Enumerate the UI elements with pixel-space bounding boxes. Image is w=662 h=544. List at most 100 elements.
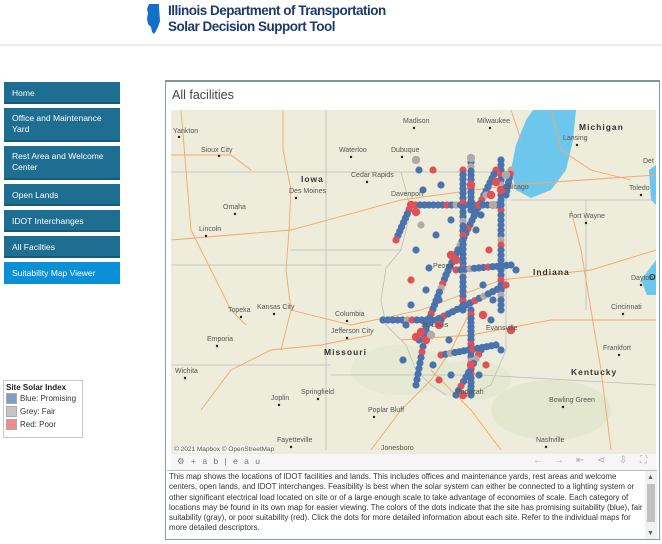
city-label: Bowling Green [549,397,595,404]
scroll-thumb[interactable] [647,484,655,522]
facility-dot-promising[interactable] [512,266,520,274]
city-label: Emporia [207,336,233,343]
facility-dot-promising[interactable] [497,306,505,314]
city-label: Evansville [486,325,518,332]
nav-all-facilities[interactable]: All Facilties [4,236,120,258]
facility-dot-promising[interactable] [422,286,430,294]
facility-dot-promising[interactable] [472,226,480,234]
scroll-down-icon[interactable]: ▼ [647,529,654,539]
share-icon[interactable]: ⋖ [597,455,605,466]
facility-dot-promising[interactable] [447,371,455,379]
facilities-map[interactable]: Yankton Sioux City Waterloo Dubuque Madison M… [171,110,656,454]
city-marker [183,376,187,380]
facility-dot-fair[interactable] [466,153,476,163]
illinois-state-shape-icon [147,4,160,34]
facility-dot-promising[interactable] [477,211,485,219]
facility-dot-poor[interactable] [407,276,415,284]
city-label: St. Louis [421,322,449,329]
facility-dot-poor[interactable] [486,190,496,200]
state-label: Missouri [324,347,367,357]
city-marker [372,415,376,419]
tableau-toolbar: ⚙ + a b | e a u ← → ⇤ ⋖ ⇩ ⛶ [171,454,656,470]
facility-dot-poor[interactable] [466,180,476,190]
city-marker [316,397,320,401]
city-label: Springfield [301,389,334,396]
scroll-up-icon[interactable]: ▲ [647,473,654,483]
facility-dot-promising[interactable] [489,296,497,304]
facility-dot-poor[interactable] [406,200,416,210]
facility-dot-poor[interactable] [491,177,501,187]
facility-dot-fair[interactable] [417,221,425,229]
fullscreen-icon[interactable]: ⛶ [640,455,647,466]
facility-dot-fair[interactable] [426,330,436,340]
city-marker [639,283,643,287]
facility-dot-promising[interactable] [497,201,505,209]
facility-dot-poor[interactable] [435,376,443,384]
facility-dot-promising[interactable] [407,301,415,309]
facility-dot-poor[interactable] [392,236,400,244]
city-label: Jonesboro [381,445,414,452]
facility-dot-promising[interactable] [467,206,475,214]
redo-button[interactable]: → [554,455,564,466]
facility-dot-poor[interactable] [482,361,490,369]
facility-dot-promising[interactable] [412,246,420,254]
revert-button[interactable]: ⇤ [576,455,584,466]
nav-suitability-map-viewer[interactable]: Suitability Map Viewer [4,262,120,284]
map-canvas[interactable]: Yankton Sioux City Waterloo Dubuque Madison M… [171,110,656,454]
city-label: Cincinnati [611,304,642,311]
city-label: Wichita [175,368,198,375]
city-label: Topeka [228,307,251,314]
city-marker [294,196,298,200]
facility-dot-poor[interactable] [502,281,510,289]
facility-dot-promising[interactable] [497,346,505,354]
city-marker [272,312,276,316]
facility-dot-promising[interactable] [399,356,407,364]
facility-dot-fair[interactable] [411,155,421,165]
facility-dot-promising[interactable] [435,296,443,304]
facility-dot-poor[interactable] [478,310,488,320]
facility-dot-promising[interactable] [479,281,487,289]
city-label: Omaha [223,204,246,211]
facility-dot-promising[interactable] [425,264,433,272]
city-marker [561,405,565,409]
tableau-logo[interactable]: ⚙ + a b | e a u [177,456,262,467]
facility-dot-promising[interactable] [437,181,445,189]
facility-dot-poor[interactable] [485,246,493,254]
facility-dot-promising[interactable] [487,316,495,324]
city-label: Toledo [629,185,650,192]
facility-dot-promising[interactable] [429,361,437,369]
facility-dot-fair[interactable] [501,170,511,180]
panel-title: All facilities [172,88,234,102]
nav-rest-area-welcome-center[interactable]: Rest Area and Welcome Center [4,146,120,180]
city-label: Peoria [433,263,453,270]
facility-dot-promising[interactable] [415,166,423,174]
city-label: Madison [403,118,430,125]
nav-office-maintenance-yard[interactable]: Office and Maintenance Yard [4,108,120,142]
nav-idot-interchanges[interactable]: IDOT Interchanges [4,210,120,232]
facility-dot-poor[interactable] [429,166,437,174]
description-scrollbar[interactable]: ▲ ▼ [645,471,657,539]
facility-dot-promising[interactable] [475,371,483,379]
facility-dot-promising[interactable] [432,231,440,239]
facility-dot-promising[interactable] [402,321,410,329]
nav-home[interactable]: Home [4,82,120,104]
facility-dot-promising[interactable] [412,381,420,389]
facility-dot-poor[interactable] [411,332,421,342]
city-label: Fayetteville [277,437,313,444]
city-marker [617,353,621,357]
facility-dot-poor[interactable] [466,360,476,370]
city-marker [575,143,579,147]
city-label: Milwaukee [477,118,510,125]
undo-button[interactable]: ← [533,455,543,466]
legend-title: Site Solar Index [6,383,67,392]
city-label: Joplin [271,395,289,402]
city-marker [345,319,349,323]
download-icon[interactable]: ⇩ [619,455,627,466]
facility-dot-poor[interactable] [411,207,421,217]
facility-dot-fair[interactable] [488,200,498,210]
city-label: Cedar Rapids [351,172,394,179]
map-attribution[interactable]: © 2021 Mapbox © OpenStreetMap [174,446,275,453]
nav-open-lands[interactable]: Open Lands [4,184,120,206]
facility-dot-promising[interactable] [447,216,455,224]
facility-dot-promising[interactable] [445,336,453,344]
